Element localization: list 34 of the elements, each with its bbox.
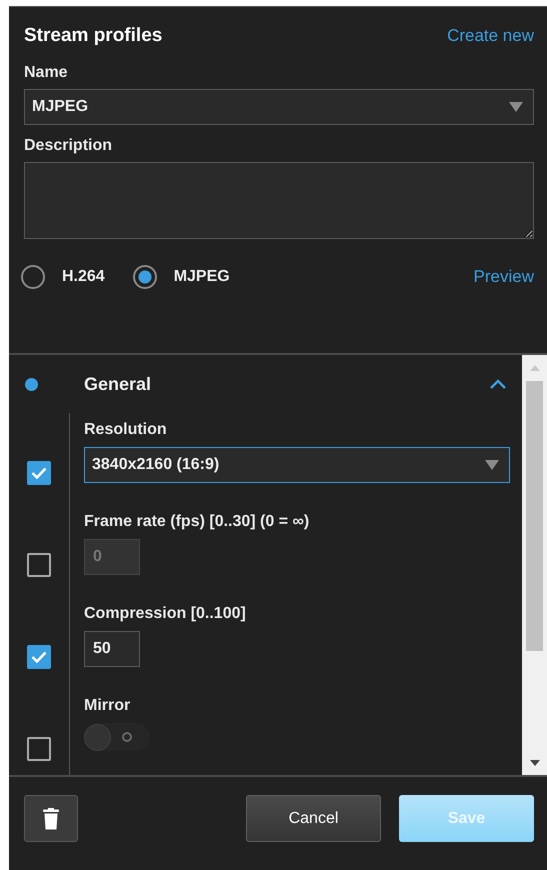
trash-icon bbox=[43, 808, 59, 830]
field-label: Name bbox=[24, 64, 69, 82]
radio-button[interactable] bbox=[21, 265, 45, 289]
description-field[interactable] bbox=[24, 162, 534, 239]
field-label: Description bbox=[24, 137, 114, 155]
check-icon bbox=[31, 651, 47, 663]
scrollbar[interactable] bbox=[522, 355, 547, 775]
cancel-button[interactable]: Cancel bbox=[246, 795, 381, 842]
status-dot-icon bbox=[25, 378, 38, 390]
setting-label: Compression [0..100] bbox=[84, 605, 247, 623]
setting-label: Frame rate (fps) [0..30] (0 = ∞) bbox=[84, 513, 310, 531]
preview-link[interactable]: Preview bbox=[474, 267, 534, 287]
collapse-chevron-icon[interactable] bbox=[490, 379, 506, 389]
check-icon bbox=[31, 467, 47, 479]
caret-icon bbox=[509, 102, 523, 112]
checkbox[interactable] bbox=[27, 461, 51, 485]
panel-title: Stream profiles bbox=[24, 25, 162, 47]
section-title: General bbox=[84, 374, 152, 394]
radio-label: H.264 bbox=[62, 268, 105, 286]
setting-label: Mirror bbox=[84, 697, 132, 715]
setting-label: Resolution bbox=[84, 421, 168, 439]
radio-button[interactable] bbox=[132, 265, 157, 289]
name-select[interactable]: MJPEG bbox=[24, 89, 534, 125]
create-new-link[interactable]: Create new bbox=[447, 26, 534, 46]
number-field[interactable]: 50 bbox=[84, 631, 140, 667]
checkbox[interactable] bbox=[27, 645, 51, 669]
caret-icon bbox=[485, 460, 499, 470]
toggle-switch[interactable] bbox=[84, 723, 150, 751]
checkbox[interactable] bbox=[27, 737, 51, 761]
scroll-up-arrow-icon bbox=[530, 365, 540, 371]
radio-label: MJPEG bbox=[174, 268, 230, 286]
scroll-down-arrow-icon bbox=[530, 760, 540, 766]
resolution-select[interactable]: 3840x2160 (16:9) bbox=[84, 447, 510, 483]
delete-button[interactable] bbox=[24, 795, 78, 842]
